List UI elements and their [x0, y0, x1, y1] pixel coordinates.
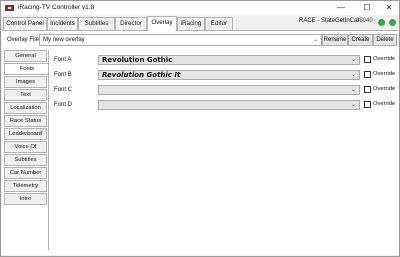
sidebar-item-images[interactable]: Images — [4, 76, 47, 88]
maximize-button[interactable]: ☐ — [356, 1, 378, 15]
font-d-override-label: Override — [373, 101, 396, 107]
sidebar-item-leaderboard[interactable]: Leaderboard — [4, 128, 47, 140]
font-a-value: Revolution Gothic — [102, 56, 173, 64]
font-a-label: Font A — [54, 57, 72, 63]
sidebar-item-text[interactable]: Text — [4, 89, 47, 101]
rename-button[interactable]: Rename — [322, 34, 348, 46]
overlay-file-select[interactable]: My new overlay ⌄ — [39, 34, 322, 46]
app-window: iRacing-TV Controller v1.8 — ☐ ✕ Control… — [0, 0, 400, 257]
font-c-override-checkbox[interactable] — [364, 86, 371, 93]
tab-director[interactable]: Director — [115, 17, 147, 30]
chevron-down-icon: ⌄ — [312, 37, 318, 43]
sidebar-item-intro[interactable]: Intro — [4, 193, 47, 205]
close-button[interactable]: ✕ — [378, 1, 400, 15]
overlay-file-label: Overlay File — [7, 37, 40, 43]
font-c-label: Font C — [54, 87, 73, 93]
font-d-label: Font D — [54, 102, 73, 108]
chevron-down-icon: ⌄ — [350, 102, 356, 108]
sidebar-item-car-number[interactable]: Car Number — [4, 167, 47, 179]
chevron-down-icon: ⌄ — [350, 87, 356, 93]
font-d-override-checkbox[interactable] — [364, 101, 371, 108]
tab-editor[interactable]: Editor — [205, 17, 233, 30]
app-icon — [5, 5, 14, 11]
minimize-button[interactable]: — — [330, 1, 352, 15]
status-indicator-icon — [378, 19, 385, 26]
font-c-select[interactable]: ⌄ — [98, 85, 360, 95]
font-c-override-label: Override — [373, 86, 396, 92]
font-d-select[interactable]: ⌄ — [98, 100, 360, 110]
sidebar-item-localization[interactable]: Localization — [4, 102, 47, 114]
sidebar-item-telemetry[interactable]: Telemetry — [4, 180, 47, 192]
race-status-text: RACE - StateGetInCar — [299, 18, 360, 24]
title-bar: iRacing-TV Controller v1.8 — ☐ ✕ — [1, 1, 399, 15]
race-number-text: 38040 — [356, 18, 373, 24]
overlay-file-value: My new overlay — [43, 37, 85, 43]
fonts-content — [48, 50, 397, 250]
tab-subtitles[interactable]: Subtitles — [78, 17, 115, 30]
font-a-select[interactable]: Revolution Gothic ⌄ — [98, 55, 360, 65]
tab-incidents[interactable]: Incidents — [47, 17, 78, 30]
font-a-override-label: Override — [373, 56, 396, 62]
window-title: iRacing-TV Controller v1.8 — [18, 4, 95, 11]
font-b-value: Revolution Gothic It — [102, 71, 181, 79]
status-indicator-icon — [389, 19, 396, 26]
sidebar-item-race-status[interactable]: Race Status — [4, 115, 47, 127]
font-a-override-checkbox[interactable] — [364, 56, 371, 63]
font-b-label: Font B — [54, 72, 72, 78]
chevron-down-icon: ⌄ — [350, 72, 356, 78]
font-b-override-checkbox[interactable] — [364, 71, 371, 78]
tab-iracing[interactable]: iRacing — [177, 17, 205, 30]
sidebar-item-fonts[interactable]: Fonts — [4, 63, 49, 75]
delete-button[interactable]: Delete — [373, 34, 397, 46]
sidebar-item-voice-of[interactable]: Voice Of — [4, 141, 47, 153]
tab-control-panel[interactable]: Control Panel — [3, 17, 47, 30]
create-button[interactable]: Create — [348, 34, 373, 46]
sidebar-item-general[interactable]: General — [4, 50, 47, 62]
tab-overlay[interactable]: Overlay — [147, 16, 177, 31]
sidebar-item-subtitles[interactable]: Subtitles — [4, 154, 47, 166]
chevron-down-icon: ⌄ — [350, 57, 356, 63]
font-b-select[interactable]: Revolution Gothic It ⌄ — [98, 70, 360, 80]
font-b-override-label: Override — [373, 71, 396, 77]
